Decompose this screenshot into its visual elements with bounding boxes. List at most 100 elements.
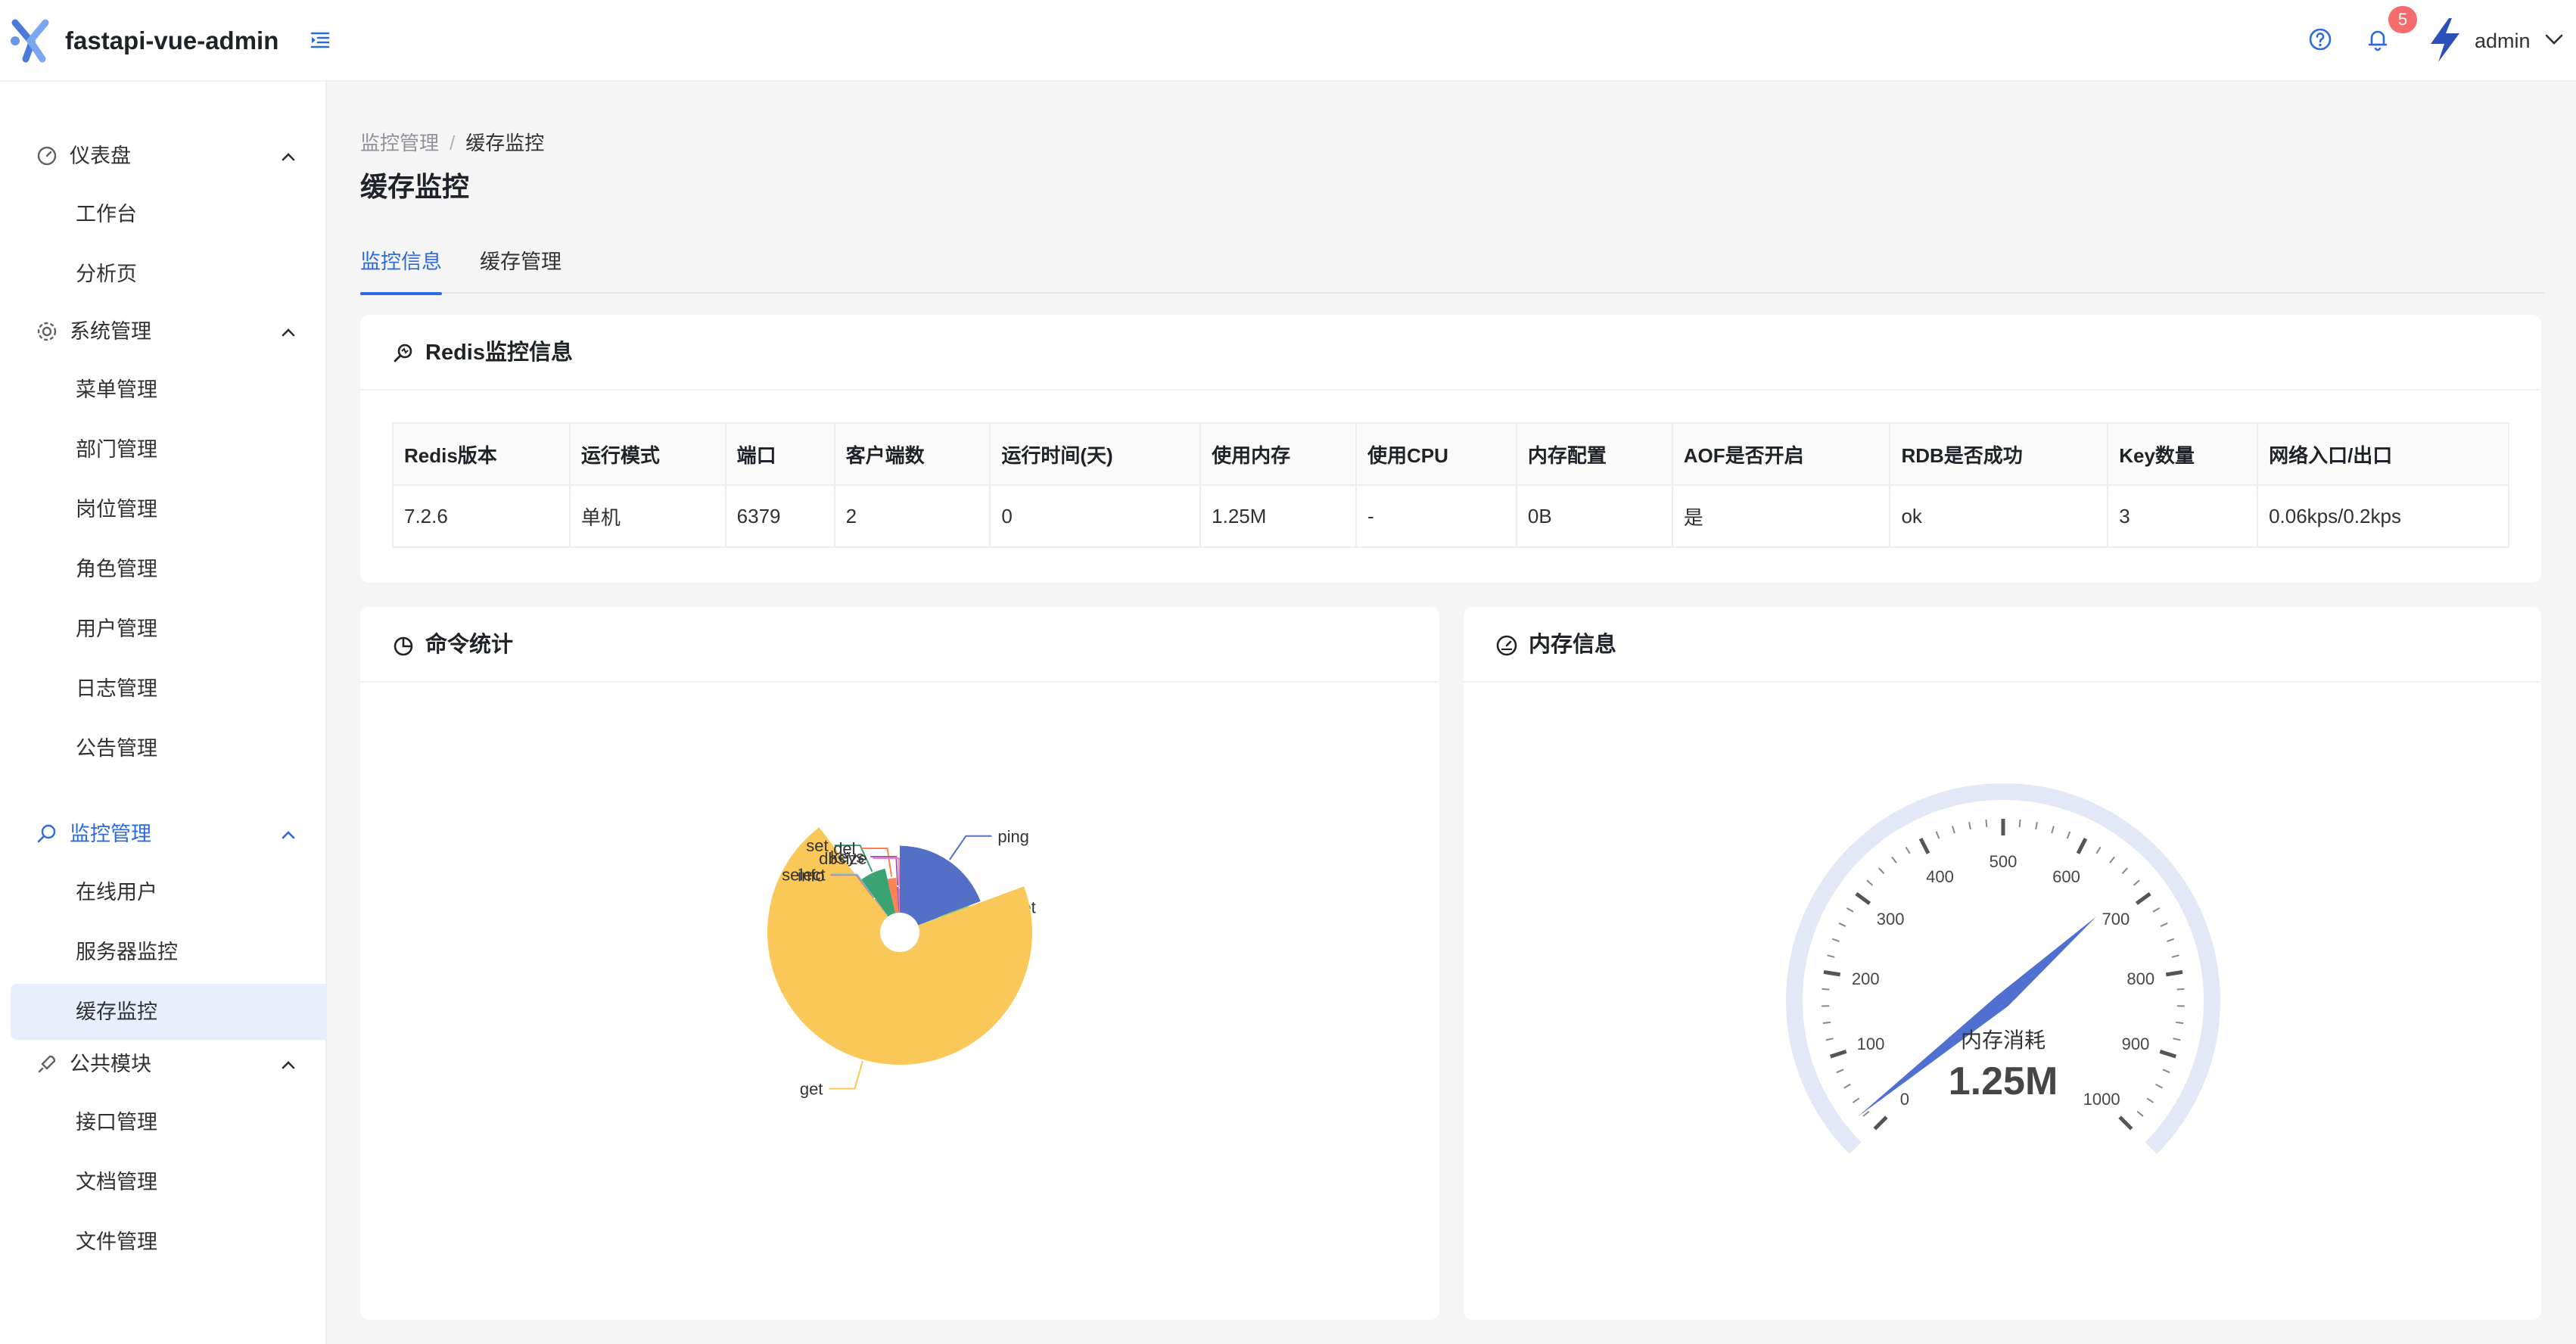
table-cell: 7.2.6 — [392, 484, 571, 548]
sidebar-item-label: 岗位管理 — [76, 498, 157, 521]
sidebar-item[interactable]: 公告管理 — [11, 720, 327, 776]
column-header: 运行模式 — [568, 422, 726, 486]
sidebar-item[interactable]: 部门管理 — [11, 422, 327, 478]
gauge-minor-tick — [2152, 907, 2161, 913]
redis-info-card: Redis监控信息 Redis版本 运行模式 端口 客户端数 运行时间(天) 使… — [360, 315, 2541, 583]
sidebar-item[interactable]: 服务器监控 — [11, 924, 327, 980]
command-pie-chart: pingmgetgetinfoselectsetdelkeysdbsize — [767, 827, 1036, 1099]
pie-label-line — [829, 1060, 863, 1090]
chevron-up-icon — [282, 328, 295, 337]
column-header: Redis版本 — [392, 422, 571, 486]
column-header: 端口 — [724, 422, 835, 486]
sidebar-group-label: 系统管理 — [70, 320, 151, 343]
gauge-minor-tick — [2066, 831, 2071, 839]
table-cell: 6379 — [724, 484, 835, 548]
rocket-icon — [38, 1055, 56, 1073]
breadcrumb-current: 缓存监控 — [465, 132, 545, 154]
sidebar-item[interactable]: 角色管理 — [11, 541, 327, 597]
gauge-minor-tick — [2035, 822, 2038, 830]
sidebar-item[interactable]: 文档管理 — [11, 1154, 327, 1210]
gear-icon — [37, 322, 57, 341]
help-icon[interactable] — [2308, 27, 2332, 51]
sidebar-item[interactable]: 岗位管理 — [11, 481, 327, 537]
redis-info-table: Redis版本 运行模式 端口 客户端数 运行时间(天) 使用内存 使用CPU … — [392, 422, 2509, 548]
memory-card-title: 内存信息 — [1529, 633, 1617, 657]
chevron-up-icon — [282, 153, 295, 161]
gauge-minor-tick — [2162, 1069, 2170, 1074]
column-header: 使用CPU — [1355, 422, 1517, 486]
tab-cache-manage[interactable]: 缓存管理 — [480, 247, 562, 294]
sidebar-group-1[interactable]: 系统管理 — [0, 301, 327, 362]
memory-info-card: 内存信息 0 100 200 300 400 500 600 700 800 900 1000 内存消… — [1464, 607, 2541, 1320]
sidebar-item[interactable]: 在线用户 — [11, 864, 327, 920]
username[interactable]: admin — [2475, 27, 2531, 54]
gauge-major-tick — [1873, 1115, 1888, 1131]
pie-label: ping — [997, 827, 1029, 846]
table-cell: - — [1355, 484, 1517, 548]
bell-icon[interactable] — [2366, 27, 2390, 51]
gauge-major-tick — [2118, 1115, 2133, 1131]
redis-card-header: Redis监控信息 — [360, 315, 2541, 390]
table-cell: 3 — [2107, 484, 2259, 548]
sidebar-item-label: 用户管理 — [76, 618, 157, 640]
sidebar-item[interactable]: 菜单管理 — [11, 362, 327, 418]
sidebar-item-label: 文档管理 — [76, 1171, 157, 1193]
gauge-minor-tick — [2146, 1097, 2154, 1103]
command-stats-card: 命令统计 pingmgetgetinfoselectsetdelkeysdbsi… — [360, 607, 1439, 1320]
gauge-minor-tick — [1862, 1110, 1870, 1117]
pie-label-line — [949, 835, 992, 860]
table-cell: 0.06kps/0.2kps — [2257, 484, 2509, 548]
sidebar-group-2[interactable]: 监控管理 — [0, 804, 327, 864]
column-header: 网络入口/出口 — [2257, 422, 2509, 486]
table-cell: 2 — [833, 484, 991, 548]
sidebar-item[interactable]: 工作台 — [11, 186, 327, 242]
sidebar-item-label: 服务器监控 — [76, 941, 178, 963]
sidebar-item-label: 在线用户 — [76, 881, 157, 904]
gauge-minor-tick — [1891, 856, 1897, 863]
column-header: 客户端数 — [833, 422, 991, 486]
sidebar-item-label: 分析页 — [76, 263, 137, 285]
monitor-search-icon — [37, 824, 56, 843]
sidebar-group-3[interactable]: 公共模块 — [0, 1034, 327, 1094]
gauge-major-tick — [1918, 838, 1930, 854]
sidebar-item-label: 日志管理 — [76, 677, 157, 700]
sidebar-item[interactable]: 接口管理 — [11, 1094, 327, 1150]
gauge-minor-tick — [1838, 922, 1846, 927]
breadcrumb-separator: / — [450, 132, 456, 154]
gauge-minor-tick — [2018, 819, 2021, 828]
gauge-minor-tick — [2133, 879, 2140, 886]
gauge-minor-tick — [1831, 938, 1840, 943]
menu-fold-icon[interactable] — [309, 29, 331, 51]
sidebar-item[interactable]: 用户管理 — [11, 601, 327, 657]
sidebar-item[interactable]: 缓存监控 — [11, 984, 327, 1040]
gauge-major-tick — [1829, 1049, 1847, 1059]
avatar[interactable] — [2426, 17, 2464, 64]
table-cell: 1.25M — [1199, 484, 1358, 548]
sidebar-item[interactable]: 文件管理 — [11, 1214, 327, 1270]
column-header: 使用内存 — [1199, 422, 1358, 486]
gauge-tick-label: 0 — [1900, 1090, 1909, 1109]
gauge-minor-tick — [2155, 1083, 2163, 1089]
gauge-minor-tick — [2173, 1038, 2181, 1041]
sidebar-item-label: 公告管理 — [76, 737, 157, 760]
gauge-tick-label: 400 — [1926, 867, 1954, 886]
gauge-minor-tick — [1968, 822, 1971, 830]
chevron-down-icon[interactable] — [2544, 32, 2564, 47]
gauge-minor-tick — [1836, 1069, 1844, 1074]
breadcrumb-parent[interactable]: 监控管理 — [360, 132, 439, 154]
sidebar-item-label: 工作台 — [76, 203, 137, 226]
sidebar-item-label: 菜单管理 — [76, 378, 157, 401]
sidebar-item[interactable]: 日志管理 — [11, 661, 327, 717]
gauge-tick-label: 600 — [2052, 867, 2080, 886]
sidebar-item[interactable]: 分析页 — [11, 246, 327, 302]
table-cell: 0 — [989, 484, 1202, 548]
column-header: 运行时间(天) — [989, 422, 1202, 486]
sidebar-group-label: 仪表盘 — [70, 145, 131, 167]
monitor-search-icon — [394, 344, 412, 362]
gauge-minor-tick — [2109, 856, 2115, 863]
chevron-up-icon — [282, 831, 295, 839]
tab-monitor-info[interactable]: 监控信息 — [360, 247, 442, 295]
gauge-minor-tick — [1935, 831, 1940, 839]
sidebar-group-0[interactable]: 仪表盘 — [0, 126, 327, 186]
gauge-tick-label: 800 — [2126, 969, 2154, 988]
